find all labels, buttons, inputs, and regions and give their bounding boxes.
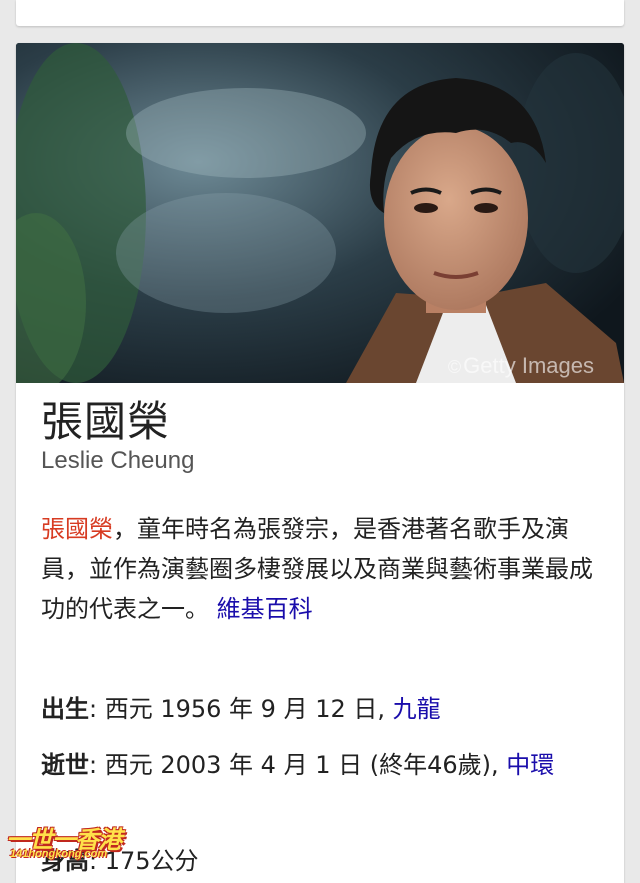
description-text: ，童年時名為張發宗，是香港著名歌手及演員，並作為演藝圈多棲發展以及商業與藝術事業… <box>41 515 593 623</box>
entity-description: 張國榮，童年時名為張發宗，是香港著名歌手及演員，並作為演藝圈多棲發展以及商業與藝… <box>41 509 611 629</box>
fact-value: : 西元 1956 年 9 月 12 日, <box>89 695 393 723</box>
fact-label: 出生 <box>41 695 89 723</box>
birthplace-link[interactable]: 九龍 <box>393 695 441 723</box>
knowledge-panel-card: ©Getty Images 張國榮 Leslie Cheung 張國榮，童年時名… <box>16 43 624 883</box>
fact-label: 逝世 <box>41 751 89 779</box>
fact-value: : 西元 2003 年 4 月 1 日 (終年46歲), <box>89 751 507 779</box>
copyright-icon: © <box>447 357 462 377</box>
fact-born: 出生: 西元 1956 年 9 月 12 日, 九龍 <box>41 689 611 729</box>
previous-card <box>16 0 624 26</box>
entity-title: 張國榮 <box>41 397 171 446</box>
hero-image[interactable]: ©Getty Images <box>16 43 624 383</box>
portrait-photo <box>16 43 624 383</box>
logo-url: 141hongkong.com <box>10 848 108 860</box>
site-watermark-logo: 一世一香港 141hongkong.com <box>4 820 126 866</box>
wikipedia-source-link[interactable]: 維基百科 <box>217 595 313 623</box>
entity-subtitle: Leslie Cheung <box>41 447 195 474</box>
fact-height: 身高: 175公分 <box>41 841 611 881</box>
deathplace-link[interactable]: 中環 <box>506 751 554 779</box>
description-name: 張國榮 <box>41 515 113 543</box>
getty-images-watermark: ©Getty Images <box>447 353 594 378</box>
fact-died: 逝世: 西元 2003 年 4 月 1 日 (終年46歲), 中環 <box>41 745 611 785</box>
